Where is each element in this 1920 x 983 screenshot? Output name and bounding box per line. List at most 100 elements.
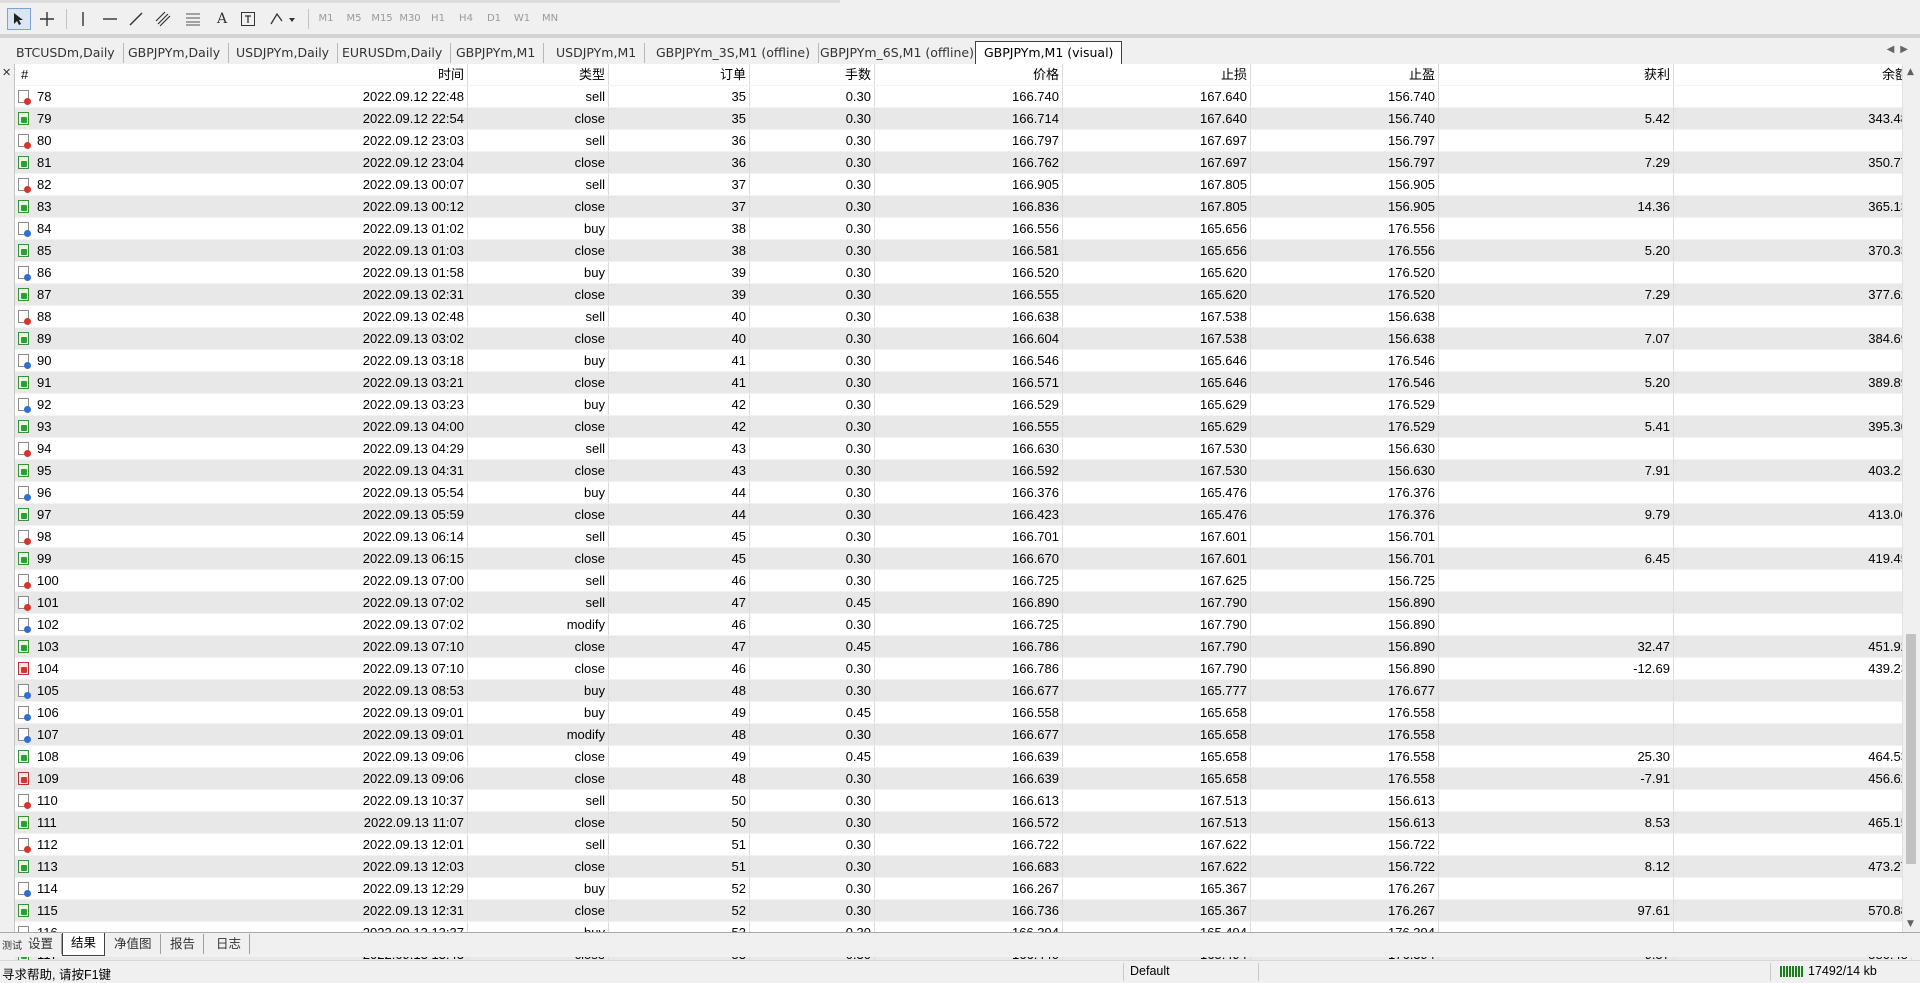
tab-usdjpym-daily[interactable]: USDJPYm,Daily — [228, 43, 339, 63]
table-row[interactable]: 82 2022.09.13 00:07 sell 37 0.30 166.905 167.8… — [15, 174, 1912, 196]
row-price: 166.762 — [875, 152, 1063, 173]
timeframe-m15[interactable]: M15 — [370, 8, 394, 30]
row-profit: 9.79 — [1439, 504, 1674, 525]
table-row[interactable]: 99 2022.09.13 06:15 close 45 0.30 166.670 167.… — [15, 548, 1912, 570]
column-header-type[interactable]: 类型 — [468, 64, 609, 85]
tab-usdjpym-m1[interactable]: USDJPYm,M1 — [548, 43, 646, 63]
row-time: 2022.09.13 12:29 — [138, 878, 468, 899]
tab-equity-chart[interactable]: 净值图 — [106, 934, 161, 954]
table-row[interactable]: 113 2022.09.13 12:03 close 51 0.30 166.683 167… — [15, 856, 1912, 878]
column-header-time[interactable]: 时间 — [138, 64, 468, 85]
tab-gbpjpym-6s-offline[interactable]: GBPJPYm_6S,M1 (offline) — [812, 43, 983, 63]
row-number: 79 — [37, 111, 52, 126]
table-row[interactable]: 83 2022.09.13 00:12 close 37 0.30 166.836 167.… — [15, 196, 1912, 218]
tab-gbpjpym-3s-offline[interactable]: GBPJPYm_3S,M1 (offline) — [648, 43, 819, 63]
table-row[interactable]: 98 2022.09.13 06:14 sell 45 0.30 166.701 167.6… — [15, 526, 1912, 548]
table-row[interactable]: 95 2022.09.13 04:31 close 43 0.30 166.592 167.… — [15, 460, 1912, 482]
row-lots: 0.30 — [750, 680, 875, 701]
table-row[interactable]: 102 2022.09.13 07:02 modify 46 0.30 166.725 16… — [15, 614, 1912, 636]
table-row[interactable]: 100 2022.09.13 07:00 sell 46 0.30 166.725 167.… — [15, 570, 1912, 592]
timeframe-w1[interactable]: W1 — [510, 8, 534, 30]
table-row[interactable]: 106 2022.09.13 09:01 buy 49 0.45 166.558 165.6… — [15, 702, 1912, 724]
table-row[interactable]: 85 2022.09.13 01:03 close 38 0.30 166.581 165.… — [15, 240, 1912, 262]
row-stop-loss: 167.790 — [1063, 636, 1251, 657]
text-icon[interactable]: A — [212, 8, 232, 30]
table-row[interactable]: 88 2022.09.13 02:48 sell 40 0.30 166.638 167.5… — [15, 306, 1912, 328]
table-row[interactable]: 114 2022.09.13 12:29 buy 52 0.30 166.267 165.3… — [15, 878, 1912, 900]
row-price: 166.267 — [875, 878, 1063, 899]
tab-gbpjpym-m1[interactable]: GBPJPYm,M1 — [448, 43, 545, 63]
row-type: modify — [468, 724, 609, 745]
table-row[interactable]: 91 2022.09.13 03:21 close 41 0.30 166.571 165.… — [15, 372, 1912, 394]
shapes-dropdown-icon[interactable] — [268, 8, 298, 30]
tab-journal[interactable]: 日志 — [208, 934, 251, 954]
timeframe-h1[interactable]: H1 — [426, 8, 450, 30]
tab-gbpjpym-daily[interactable]: GBPJPYm,Daily — [120, 43, 230, 63]
scroll-down-icon[interactable]: ▼ — [1907, 919, 1914, 929]
table-row[interactable]: 107 2022.09.13 09:01 modify 48 0.30 166.677 16… — [15, 724, 1912, 746]
tab-results[interactable]: 结果 — [62, 933, 106, 956]
tab-eurusdm-daily[interactable]: EURUSDm,Daily — [334, 43, 452, 63]
table-row[interactable]: 80 2022.09.12 23:03 sell 36 0.30 166.797 167.6… — [15, 130, 1912, 152]
table-row[interactable]: 94 2022.09.13 04:29 sell 43 0.30 166.630 167.5… — [15, 438, 1912, 460]
tab-gbpjpym-m1-visual[interactable]: GBPJPYm,M1 (visual) — [975, 41, 1123, 64]
fibonacci-icon[interactable] — [182, 8, 204, 30]
table-row[interactable]: 110 2022.09.13 10:37 sell 50 0.30 166.613 167.… — [15, 790, 1912, 812]
trendline-icon[interactable] — [126, 8, 146, 30]
table-row[interactable]: 84 2022.09.13 01:02 buy 38 0.30 166.556 165.65… — [15, 218, 1912, 240]
table-row[interactable]: 109 2022.09.13 09:06 close 48 0.30 166.639 165… — [15, 768, 1912, 790]
timeframe-h4[interactable]: H4 — [454, 8, 478, 30]
table-row[interactable]: 92 2022.09.13 03:23 buy 42 0.30 166.529 165.62… — [15, 394, 1912, 416]
row-take-profit: 156.638 — [1251, 328, 1439, 349]
column-header-order[interactable]: 订单 — [609, 64, 750, 85]
vertical-scrollbar[interactable]: ▲ ▼ — [1902, 64, 1920, 932]
table-row[interactable]: 96 2022.09.13 05:54 buy 44 0.30 166.376 165.47… — [15, 482, 1912, 504]
scroll-up-icon[interactable]: ▲ — [1907, 67, 1914, 77]
table-row[interactable]: 108 2022.09.13 09:06 close 49 0.45 166.639 165… — [15, 746, 1912, 768]
table-row[interactable]: 101 2022.09.13 07:02 sell 47 0.45 166.890 167.… — [15, 592, 1912, 614]
table-row[interactable]: 79 2022.09.12 22:54 close 35 0.30 166.714 167.… — [15, 108, 1912, 130]
horizontal-line-icon[interactable] — [100, 8, 120, 30]
column-header-profit[interactable]: 获利 — [1439, 64, 1674, 85]
table-row[interactable]: 87 2022.09.13 02:31 close 39 0.30 166.555 165.… — [15, 284, 1912, 306]
table-row[interactable]: 111 2022.09.13 11:07 close 50 0.30 166.572 167… — [15, 812, 1912, 834]
timeframe-m1[interactable]: M1 — [316, 8, 336, 30]
tab-scroll-arrows-icon[interactable]: ◀▶ — [1887, 44, 1914, 55]
timeframe-m5[interactable]: M5 — [342, 8, 366, 30]
column-header-stop-loss[interactable]: 止损 — [1063, 64, 1251, 85]
row-balance: 370.33 — [1674, 240, 1912, 261]
chart-splitter[interactable] — [0, 34, 1920, 38]
vertical-line-icon[interactable] — [76, 8, 90, 30]
text-label-icon[interactable] — [238, 8, 258, 30]
tab-report[interactable]: 报告 — [162, 934, 205, 954]
timeframe-m30[interactable]: M30 — [398, 8, 422, 30]
column-header-number[interactable]: # — [15, 64, 138, 85]
tab-btcusdm-daily[interactable]: BTCUSDm,Daily — [8, 43, 124, 63]
channel-icon[interactable] — [152, 8, 174, 30]
tab-settings[interactable]: 设置 — [20, 934, 63, 954]
column-header-lots[interactable]: 手数 — [750, 64, 875, 85]
table-row[interactable]: 112 2022.09.13 12:01 sell 51 0.30 166.722 167.… — [15, 834, 1912, 856]
table-row[interactable]: 89 2022.09.13 03:02 close 40 0.30 166.604 167.… — [15, 328, 1912, 350]
crosshair-icon[interactable] — [36, 8, 58, 30]
timeframe-mn[interactable]: MN — [538, 8, 562, 30]
table-row[interactable]: 104 2022.09.13 07:10 close 46 0.30 166.786 167… — [15, 658, 1912, 680]
close-icon[interactable]: ✕ — [2, 66, 11, 79]
column-header-price[interactable]: 价格 — [875, 64, 1063, 85]
timeframe-d1[interactable]: D1 — [482, 8, 506, 30]
cursor-icon[interactable] — [7, 8, 31, 30]
table-row[interactable]: 81 2022.09.12 23:04 close 36 0.30 166.762 167.… — [15, 152, 1912, 174]
scrollbar-thumb[interactable] — [1906, 634, 1916, 864]
table-row[interactable]: 86 2022.09.13 01:58 buy 39 0.30 166.520 165.62… — [15, 262, 1912, 284]
column-header-take-profit[interactable]: 止盈 — [1251, 64, 1439, 85]
table-row[interactable]: 93 2022.09.13 04:00 close 42 0.30 166.555 165.… — [15, 416, 1912, 438]
row-stop-loss: 165.646 — [1063, 372, 1251, 393]
column-header-balance[interactable]: 余额 — [1674, 64, 1912, 85]
table-row[interactable]: 90 2022.09.13 03:18 buy 41 0.30 166.546 165.64… — [15, 350, 1912, 372]
table-row[interactable]: 105 2022.09.13 08:53 buy 48 0.30 166.677 165.7… — [15, 680, 1912, 702]
table-row[interactable]: 115 2022.09.13 12:31 close 52 0.30 166.736 165… — [15, 900, 1912, 922]
table-row[interactable]: 78 2022.09.12 22:48 sell 35 0.30 166.740 167.6… — [15, 86, 1912, 108]
row-take-profit: 176.558 — [1251, 724, 1439, 745]
table-row[interactable]: 97 2022.09.13 05:59 close 44 0.30 166.423 165.… — [15, 504, 1912, 526]
table-row[interactable]: 103 2022.09.13 07:10 close 47 0.45 166.786 167… — [15, 636, 1912, 658]
